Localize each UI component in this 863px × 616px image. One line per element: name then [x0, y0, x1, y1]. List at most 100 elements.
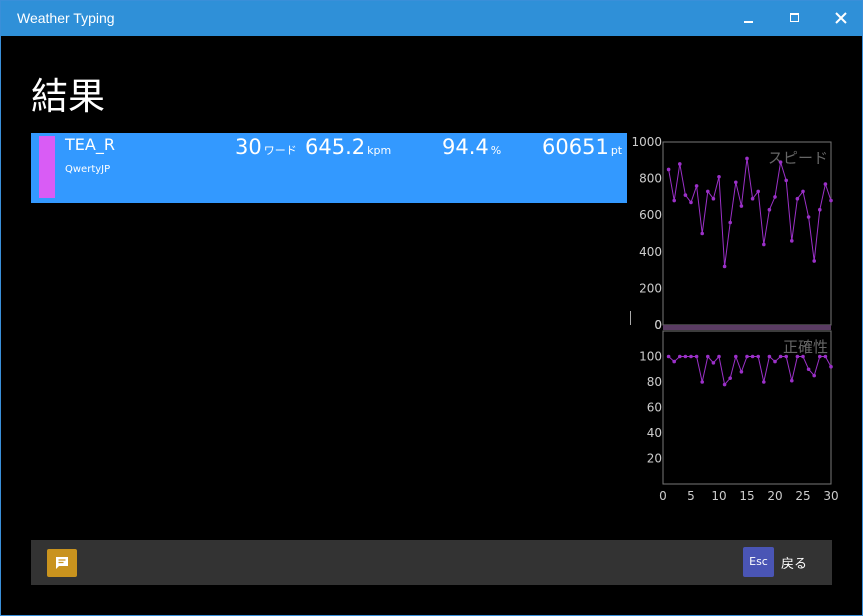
data-point [795, 354, 800, 359]
minimize-icon [744, 21, 753, 23]
data-point [818, 207, 822, 212]
data-point [745, 354, 749, 359]
data-point [700, 380, 704, 384]
data-point [762, 380, 766, 384]
footer-bar: Esc 戻る [31, 540, 832, 585]
close-icon [835, 12, 847, 24]
y-tick-label: 80 [647, 375, 662, 389]
data-point [762, 242, 766, 247]
data-point [829, 364, 833, 369]
data-point [784, 178, 788, 183]
data-point [734, 180, 738, 185]
data-point [790, 378, 794, 383]
x-tick-label: 30 [823, 489, 838, 503]
data-point [806, 367, 811, 372]
y-tick-label: 200 [639, 281, 662, 295]
kpm-value: 645.2 [305, 135, 366, 159]
y-tick-label: 0 [654, 318, 662, 332]
data-point [734, 354, 738, 359]
accuracy-stat: 94.4% [442, 135, 501, 159]
data-point [812, 373, 816, 378]
x-tick-label: 25 [795, 489, 810, 503]
data-point [711, 361, 716, 365]
maximize-icon [790, 13, 799, 22]
data-point [773, 195, 777, 199]
maximize-button[interactable] [775, 1, 815, 36]
data-point [756, 354, 760, 359]
data-point [801, 354, 805, 359]
data-point [784, 354, 788, 359]
data-point [778, 354, 783, 359]
data-point [717, 354, 721, 359]
data-point [706, 354, 710, 359]
data-point [801, 189, 805, 194]
data-point [767, 207, 772, 212]
data-point [694, 354, 699, 359]
x-tick-label: 0 [659, 489, 667, 503]
score-unit: pt [610, 144, 623, 157]
words-unit: ワード [263, 144, 297, 157]
x-tick-label: 10 [711, 489, 726, 503]
accuracy-value: 94.4 [442, 135, 489, 159]
player-color-swatch [39, 136, 55, 198]
y-tick-label: 20 [647, 452, 662, 466]
data-point [728, 220, 732, 225]
speed-chart-title: スピード [768, 149, 828, 167]
chat-bubble-icon [56, 557, 68, 569]
data-point [678, 162, 682, 166]
data-point [790, 239, 794, 243]
data-point [745, 156, 749, 161]
x-tick-label: 15 [739, 489, 754, 503]
esc-key-button[interactable]: Esc [743, 547, 774, 577]
charts-panel: スピード 0 200 400 600 800 1000 0 正確性 20 40 60 80 100 0 5 10… [630, 130, 840, 510]
data-point [812, 259, 816, 263]
minimize-button[interactable] [729, 1, 769, 36]
y-tick-label: 800 [639, 172, 662, 186]
data-point [689, 200, 693, 205]
y-tick-label: 40 [647, 426, 662, 440]
data-point [672, 359, 676, 364]
title-bar[interactable]: Weather Typing [1, 1, 862, 36]
words-value: 30 [235, 135, 262, 159]
data-point [689, 354, 693, 359]
data-point [728, 376, 732, 380]
data-point [795, 196, 800, 201]
data-point [683, 354, 688, 359]
data-point [666, 354, 671, 359]
chart-frame [662, 141, 832, 326]
data-point [678, 354, 682, 359]
data-point [773, 359, 777, 364]
y-tick-label: 1000 [631, 135, 662, 149]
series-line [668, 354, 832, 386]
data-point [666, 167, 671, 172]
player-name: TEA_R [65, 135, 115, 154]
data-point [683, 193, 688, 197]
data-point [778, 160, 783, 164]
data-point [717, 174, 721, 179]
y-tick-label: 100 [639, 350, 662, 364]
accuracy-chart-title: 正確性 [783, 338, 828, 356]
data-point [722, 264, 727, 269]
data-point [722, 382, 727, 387]
close-button[interactable] [821, 1, 861, 36]
keyboard-layout: QwertyJP [65, 164, 111, 175]
data-point [829, 198, 833, 203]
data-point [823, 182, 828, 186]
window-title: Weather Typing [17, 10, 115, 26]
x-tick-label: 20 [767, 489, 782, 503]
data-point [750, 354, 755, 359]
data-point [700, 231, 704, 236]
data-point [750, 196, 755, 201]
kpm-stat: 645.2 kpm [305, 135, 391, 159]
data-point [672, 198, 676, 203]
result-row: TEA_R QwertyJP 30 ワード 645.2 kpm 94.4% 6065… [31, 133, 627, 203]
back-label[interactable]: 戻る [781, 553, 807, 572]
data-point [818, 354, 822, 359]
score-value: 60651 [542, 135, 609, 159]
chat-button[interactable] [47, 549, 77, 577]
x-tick-label: 5 [687, 489, 695, 503]
accuracy-unit: % [490, 144, 502, 157]
data-point [694, 184, 699, 188]
data-point [756, 189, 760, 194]
score-stat: 60651 pt [542, 135, 622, 159]
